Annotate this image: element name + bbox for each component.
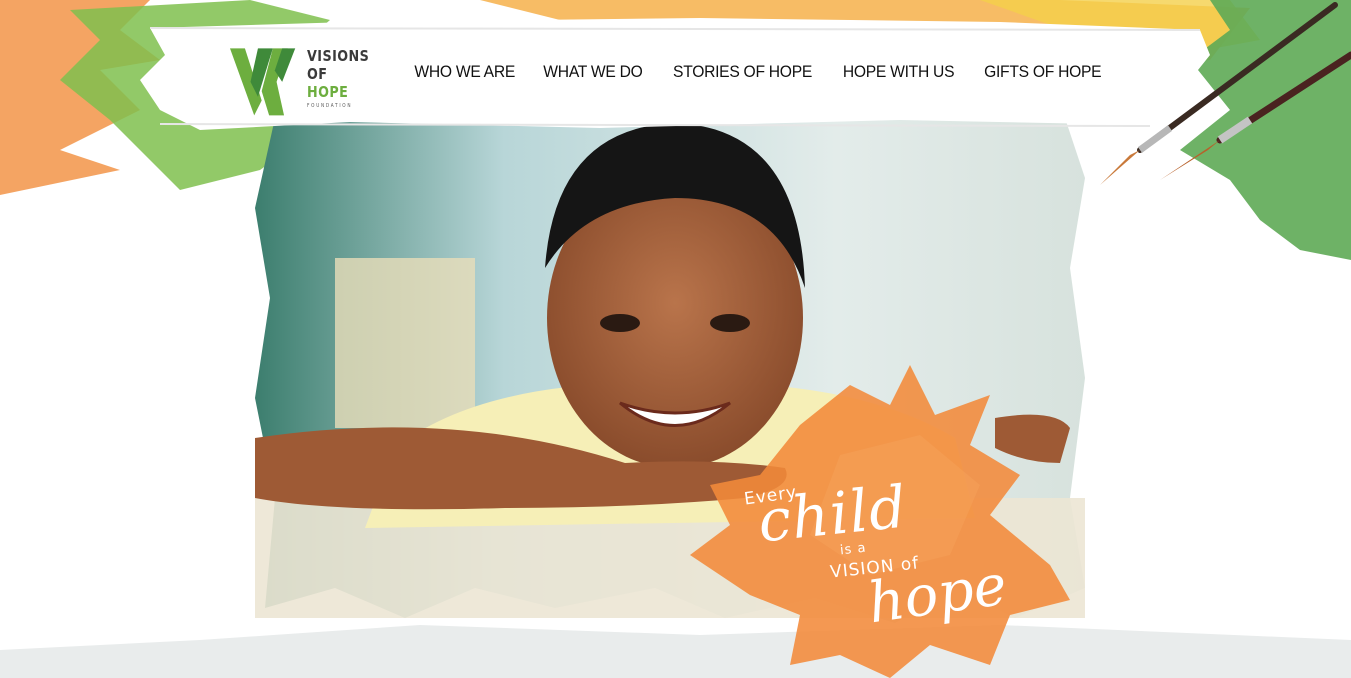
- brand-line-4: FOUNDATION: [306, 102, 353, 109]
- paint-brushes-icon: [1100, 2, 1351, 185]
- page: VISIONS OF HOPE FOUNDATION WHO WE ARE WH…: [0, 0, 1351, 678]
- hero-tagline: Every child is a VISION of hope: [740, 472, 1040, 650]
- nav-who-we-are[interactable]: WHO WE ARE: [405, 62, 524, 82]
- nav-stories-of-hope[interactable]: STORIES OF HOPE: [664, 62, 821, 82]
- brand-line-2: OF: [306, 64, 328, 83]
- brand-wordmark: VISIONS OF HOPE FOUNDATION: [306, 46, 380, 112]
- brand-line-3: HOPE: [306, 82, 349, 101]
- vh-logo-mark-icon: [230, 48, 296, 116]
- main-nav: WHO WE ARE WHAT WE DO STORIES OF HOPE HO…: [400, 62, 1117, 82]
- nav-hope-with-us[interactable]: HOPE WITH US: [834, 62, 964, 82]
- nav-what-we-do[interactable]: WHAT WE DO: [535, 62, 653, 82]
- tagline-is-a: is a: [839, 540, 868, 559]
- brand-logo[interactable]: VISIONS OF HOPE FOUNDATION: [230, 40, 380, 120]
- tagline-child: child: [754, 472, 911, 556]
- brand-line-1: VISIONS: [306, 46, 370, 65]
